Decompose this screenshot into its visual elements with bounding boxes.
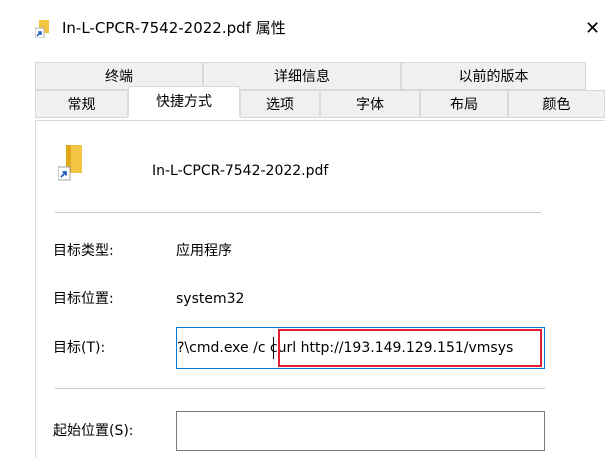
tab-colors[interactable]: 颜色: [508, 90, 605, 118]
tab-options[interactable]: 选项: [240, 90, 320, 118]
tab-font[interactable]: 字体: [320, 90, 420, 118]
tab-general[interactable]: 常规: [35, 90, 128, 118]
window-title: In-L-CPCR-7542-2022.pdf 属性: [62, 19, 286, 37]
start-in-label: 起始位置(S):: [53, 423, 134, 439]
separator: [55, 388, 545, 389]
target-label: 目标(T):: [53, 340, 106, 356]
tab-layout[interactable]: 布局: [420, 90, 508, 118]
document-icon: [35, 20, 49, 38]
tab-shortcut[interactable]: 快捷方式: [128, 86, 240, 117]
text-caret: [273, 337, 274, 359]
separator: [55, 212, 541, 213]
folder-shortcut-icon: [58, 145, 82, 181]
tab-previous-versions[interactable]: 以前的版本: [401, 62, 586, 90]
target-location-value: system32: [176, 291, 245, 307]
highlight-annotation: [278, 329, 542, 367]
target-type-value: 应用程序: [176, 243, 232, 259]
tab-strip: 终端 详细信息 以前的版本 常规 快捷方式 选项 字体 布局 颜色: [0, 60, 605, 120]
file-name: In-L-CPCR-7542-2022.pdf: [152, 163, 329, 179]
target-type-label: 目标类型:: [53, 243, 114, 259]
target-location-label: 目标位置:: [53, 291, 114, 307]
close-button[interactable]: ✕: [585, 14, 605, 44]
close-icon: ✕: [585, 18, 601, 39]
title-bar: In-L-CPCR-7542-2022.pdf 属性 ✕: [0, 0, 605, 60]
start-in-input[interactable]: [176, 411, 545, 451]
